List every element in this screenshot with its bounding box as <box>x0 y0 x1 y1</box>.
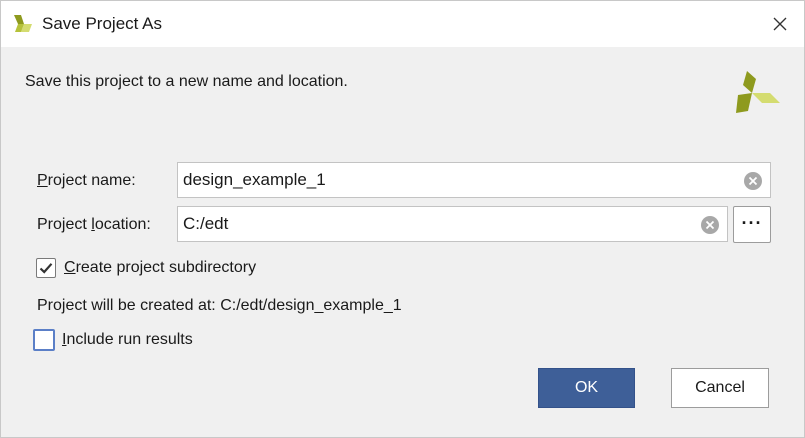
checkmark-icon <box>39 263 53 274</box>
close-button[interactable] <box>761 5 799 43</box>
include-run-results-checkbox-row[interactable]: Include run results <box>33 329 193 351</box>
include-run-results-label-rest: nclude run results <box>66 331 193 348</box>
brand-logo-icon <box>736 71 780 113</box>
title-bar: Save Project As <box>1 1 804 47</box>
ok-button[interactable]: OK <box>538 368 635 408</box>
include-run-results-checkbox[interactable] <box>33 329 55 351</box>
project-name-field[interactable] <box>177 162 771 198</box>
project-location-field[interactable] <box>177 206 728 242</box>
create-subdirectory-checkbox-row[interactable]: Create project subdirectory <box>36 258 256 278</box>
dialog-description: Save this project to a new name and loca… <box>25 73 348 90</box>
app-logo-icon <box>14 15 32 32</box>
clear-icon[interactable] <box>743 171 763 191</box>
project-name-label: Project name: <box>37 172 136 190</box>
create-subdirectory-checkbox[interactable] <box>36 258 56 278</box>
project-location-label-prefix: Project <box>37 216 92 233</box>
created-at-text: Project will be created at: C:/edt/desig… <box>37 297 402 314</box>
cancel-button[interactable]: Cancel <box>671 368 769 408</box>
window-title: Save Project As <box>42 14 163 33</box>
project-location-label: Project location: <box>37 216 151 234</box>
project-location-label-rest: ocation: <box>94 216 151 233</box>
create-subdirectory-label-rest: reate project subdirectory <box>75 259 257 276</box>
project-name-label-mnemonic: P <box>37 172 48 189</box>
project-location-input[interactable] <box>178 207 727 241</box>
save-project-as-dialog: Save Project As Save this project to a n… <box>0 0 805 438</box>
close-icon <box>773 17 787 31</box>
create-subdirectory-label-mnemonic: C <box>64 259 76 276</box>
browse-button[interactable]: ··· <box>733 206 771 243</box>
project-name-input[interactable] <box>178 163 770 197</box>
clear-icon[interactable] <box>700 215 720 235</box>
include-run-results-label: Include run results <box>62 331 193 349</box>
project-name-label-rest: roject name: <box>47 172 136 189</box>
create-subdirectory-label: Create project subdirectory <box>64 259 256 277</box>
ellipsis-icon: ··· <box>741 212 763 233</box>
